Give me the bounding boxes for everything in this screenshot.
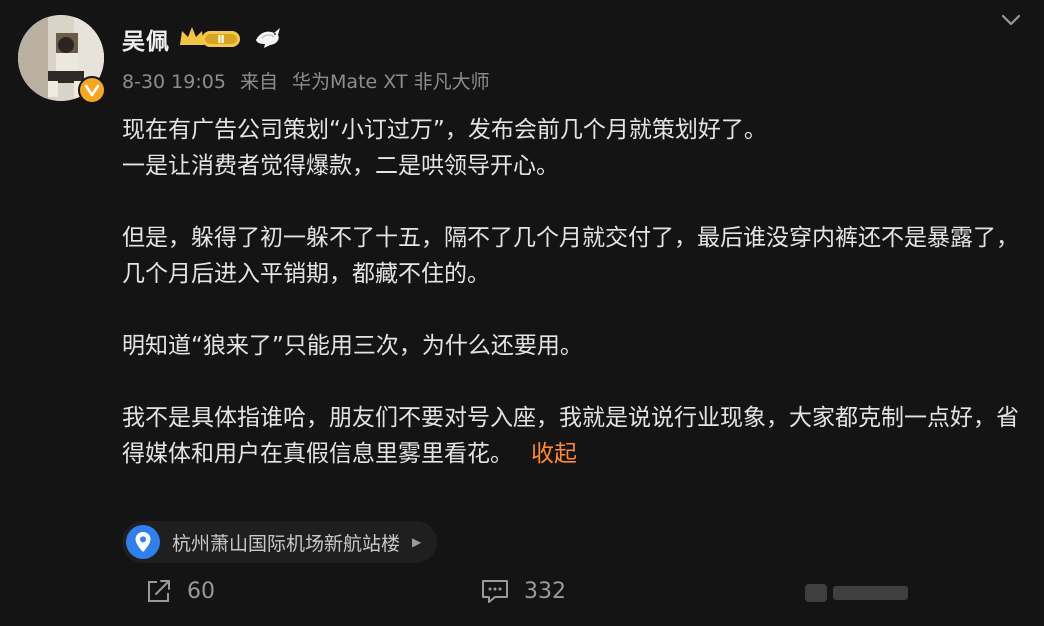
source-device[interactable]: 华为Mate XT 非凡大师 bbox=[292, 71, 490, 93]
location-pin-icon bbox=[126, 525, 160, 559]
comment-button[interactable]: 332 bbox=[480, 578, 566, 604]
chevron-right-icon: ▶ bbox=[412, 535, 422, 549]
dove-icon bbox=[252, 24, 284, 52]
verified-v-icon bbox=[78, 76, 106, 104]
location-label: 杭州萧山国际机场新航站楼 bbox=[172, 532, 401, 555]
paragraph: 现在有广告公司策划“小订过万”，发布会前几个月就策划好了。 bbox=[122, 117, 767, 143]
member-crown-badge-icon[interactable]: Ⅱ bbox=[178, 25, 242, 51]
post-content: 现在有广告公司策划“小订过万”，发布会前几个月就策划好了。 一是让消费者觉得爆款… bbox=[122, 112, 1032, 472]
collapse-link[interactable]: 收起 bbox=[531, 441, 577, 467]
post-meta: 8-30 19:05 来自 华为Mate XT 非凡大师 bbox=[122, 67, 498, 94]
weibo-post: 吴佩 Ⅱ 8-30 19:05 来自 华为Mate XT 非凡大师 现在有广告公… bbox=[0, 0, 1044, 626]
watermark-logo bbox=[805, 580, 910, 606]
paragraph: 明知道“狼来了”只能用三次，为什么还要用。 bbox=[122, 333, 583, 359]
paragraph: 但是，躲得了初一躲不了十五，隔不了几个月就交付了，最后谁没穿内裤还不是暴露了，几… bbox=[122, 225, 1019, 287]
paragraph-last: 我不是具体指谁哈，朋友们不要对号入座，我就是说说行业现象，大家都克制一点好，省得… bbox=[122, 400, 1032, 472]
comment-icon bbox=[482, 580, 508, 603]
source-prefix: 来自 bbox=[239, 71, 278, 93]
paragraph: 一是让消费者觉得爆款，二是哄领导开心。 bbox=[122, 153, 559, 179]
share-icon bbox=[148, 580, 170, 602]
share-button[interactable]: 60 bbox=[145, 578, 215, 604]
chevron-down-icon[interactable] bbox=[1000, 12, 1022, 28]
member-badge-level: Ⅱ bbox=[217, 33, 224, 46]
location-chip[interactable]: 杭州萧山国际机场新航站楼 ▶ bbox=[122, 521, 438, 563]
username[interactable]: 吴佩 bbox=[122, 22, 170, 56]
post-date: 8-30 19:05 bbox=[122, 71, 226, 93]
share-count: 60 bbox=[187, 578, 215, 604]
comment-count: 332 bbox=[524, 578, 566, 604]
